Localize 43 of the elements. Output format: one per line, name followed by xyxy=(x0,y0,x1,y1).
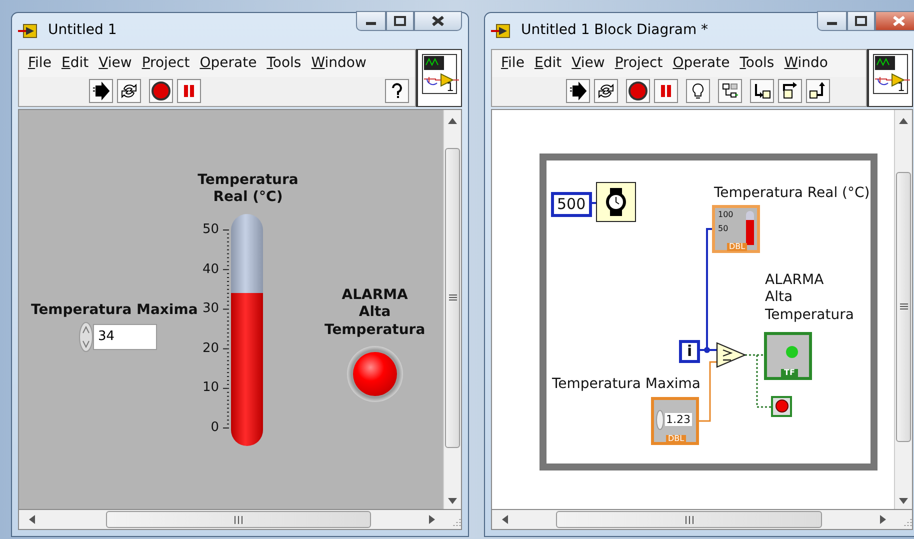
menu-item[interactable]: View xyxy=(566,52,610,74)
scale-label: 100 xyxy=(718,210,734,219)
numeric-constant[interactable]: 500 xyxy=(551,192,592,217)
menu-item[interactable]: Edit xyxy=(56,52,94,74)
menu-item[interactable]: Edit xyxy=(529,52,567,74)
menu-item[interactable]: File xyxy=(23,52,56,74)
indicator-label: Temperatura Real (°C) xyxy=(196,172,300,207)
type-label: TF xyxy=(781,368,798,377)
scale-label: 50 xyxy=(201,222,219,236)
scale-label: 10 xyxy=(201,381,219,394)
pane-number: 1 xyxy=(897,80,905,93)
scale-label: 40 xyxy=(201,262,219,276)
terminal-label: ALARMA Alta Temperatura xyxy=(765,272,854,324)
menu-item[interactable]: Tools xyxy=(734,52,780,74)
connector-pane[interactable]: 1 xyxy=(416,48,462,107)
terminal-label: Temperatura Maxima xyxy=(552,376,700,394)
menu-item[interactable]: Operate xyxy=(668,52,735,74)
pane-number: 1 xyxy=(446,80,454,93)
indicator-label: ALARMA Alta Temperatura xyxy=(324,286,426,340)
indicator-terminal[interactable]: 100 50 DBL xyxy=(712,204,760,253)
menu-item[interactable]: View xyxy=(94,52,137,74)
connector-pane[interactable]: 1 xyxy=(867,48,913,107)
menu-item[interactable]: Window xyxy=(306,52,372,74)
loop-index-terminal[interactable]: i xyxy=(679,340,700,363)
terminal-label: Temperatura Real (°C) xyxy=(714,184,870,202)
menu-item[interactable]: File xyxy=(496,52,530,74)
control-terminal[interactable]: 1.23 DBL xyxy=(651,396,699,445)
menu-item[interactable]: Windo xyxy=(779,52,833,74)
numeric-field[interactable]: 34 xyxy=(93,324,157,350)
window-title: Untitled 1 Block Diagram * xyxy=(521,21,708,40)
menu-item[interactable]: Operate xyxy=(194,52,262,74)
indicator-terminal[interactable]: TF xyxy=(764,332,812,380)
control-label: Temperatura Maxima xyxy=(31,302,198,320)
menu-item[interactable]: Project xyxy=(610,52,668,74)
type-label: DBL xyxy=(666,434,686,443)
scale-label: 20 xyxy=(201,342,219,355)
value-label: 1.23 xyxy=(665,412,692,426)
scale-label: 0 xyxy=(210,420,219,434)
menu-item[interactable]: Tools xyxy=(262,52,306,74)
scale-label: 50 xyxy=(718,224,728,233)
window-title: Untitled 1 xyxy=(48,21,117,40)
menu-item[interactable]: Project xyxy=(136,52,195,74)
type-label: DBL xyxy=(727,242,748,251)
